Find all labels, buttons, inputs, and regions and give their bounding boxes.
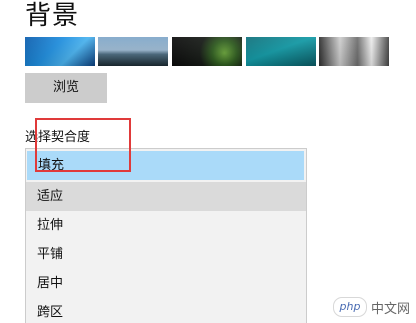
fit-dropdown-list[interactable]: 填充 适应 拉伸 平铺 居中 跨区 bbox=[25, 148, 307, 323]
fit-option-stretch[interactable]: 拉伸 bbox=[26, 211, 306, 240]
wallpaper-thumbnail-2[interactable] bbox=[98, 37, 168, 66]
wallpaper-thumbnail-underwater-icon bbox=[246, 37, 316, 66]
fit-select-label: 选择契合度 bbox=[25, 130, 91, 145]
php-logo-icon: php bbox=[332, 297, 367, 317]
wallpaper-thumbnails bbox=[25, 37, 397, 66]
fit-option-span[interactable]: 跨区 bbox=[26, 298, 306, 323]
wallpaper-thumbnail-1[interactable] bbox=[25, 37, 95, 66]
wallpaper-thumbnail-night-icon bbox=[172, 37, 242, 66]
fit-option-tile[interactable]: 平铺 bbox=[26, 240, 306, 269]
wallpaper-thumbnail-lake-icon bbox=[98, 37, 168, 66]
wallpaper-thumbnail-blue-icon bbox=[25, 37, 95, 66]
fit-option-fill[interactable]: 填充 bbox=[27, 151, 304, 180]
watermark-text: 中文网 bbox=[370, 301, 410, 317]
browse-button[interactable]: 浏览 bbox=[25, 73, 107, 103]
wallpaper-thumbnail-3[interactable] bbox=[172, 37, 242, 66]
wallpaper-thumbnail-4[interactable] bbox=[246, 37, 316, 66]
wallpaper-thumbnail-5[interactable] bbox=[319, 37, 389, 66]
personalization-background-panel: 背景 浏览 选择契合度 填充 适应 拉伸 平铺 居中 跨区 php 中文网 bbox=[0, 0, 416, 323]
fit-option-center[interactable]: 居中 bbox=[26, 269, 306, 298]
site-watermark: php 中文网 bbox=[332, 297, 410, 317]
fit-option-fit[interactable]: 适应 bbox=[26, 182, 306, 211]
wallpaper-thumbnail-waterfall-icon bbox=[319, 37, 389, 66]
background-section-title: 背景 bbox=[25, 1, 80, 31]
